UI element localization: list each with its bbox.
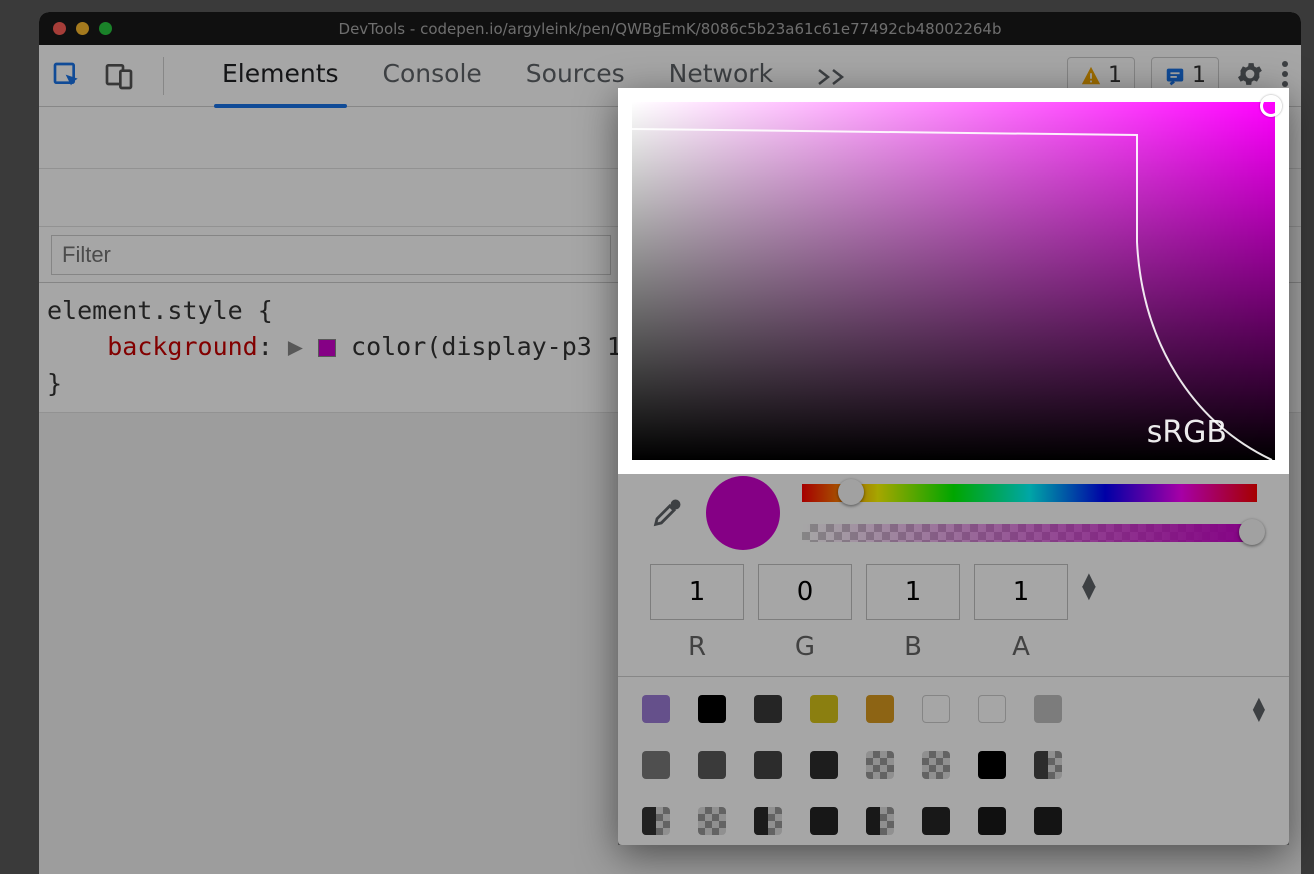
palette-row [642, 807, 1265, 835]
palette-swatch[interactable] [754, 695, 782, 723]
palette-swatch[interactable] [1034, 807, 1062, 835]
alpha-slider-thumb[interactable] [1239, 519, 1265, 545]
device-toggle-icon[interactable] [103, 60, 135, 92]
spectrum-cursor[interactable] [1260, 95, 1282, 117]
alpha-slider[interactable] [802, 524, 1257, 542]
palette-swatch[interactable] [866, 807, 894, 835]
palette-swatch[interactable] [810, 695, 838, 723]
minimize-window-button[interactable] [76, 22, 89, 35]
gamut-label: sRGB [1147, 415, 1227, 450]
window-title: DevTools - codepen.io/argyleink/pen/QWBg… [39, 20, 1301, 38]
warnings-count: 1 [1108, 63, 1122, 88]
traffic-lights [53, 22, 112, 35]
css-property-value[interactable]: color(display-p3 1 0 [351, 332, 652, 361]
palette-swatch[interactable] [754, 751, 782, 779]
channel-g-input[interactable] [758, 564, 852, 620]
palette-swatch[interactable] [978, 751, 1006, 779]
eyedropper-icon[interactable] [650, 496, 684, 530]
channel-r-input[interactable] [650, 564, 744, 620]
window-titlebar: DevTools - codepen.io/argyleink/pen/QWBg… [39, 12, 1301, 45]
css-property-name[interactable]: background [107, 332, 258, 361]
palette-swatch[interactable] [866, 695, 894, 723]
palette-swatch[interactable] [922, 695, 950, 723]
tab-elements[interactable]: Elements [220, 45, 341, 106]
palette-swatch[interactable] [698, 751, 726, 779]
palette-swatch[interactable] [866, 751, 894, 779]
expand-triangle-icon[interactable]: ▶ [288, 332, 318, 361]
palette-swatch[interactable] [642, 751, 670, 779]
color-value-inputs: R G B A ▲▼ [618, 564, 1289, 676]
palette-row [642, 751, 1265, 779]
tab-sources[interactable]: Sources [524, 45, 627, 106]
spectrum-container: sRGB [618, 88, 1289, 474]
palette-swatch[interactable] [698, 695, 726, 723]
palette-swatch[interactable] [922, 807, 950, 835]
palette-row: ▲▼ [642, 695, 1265, 723]
tab-console[interactable]: Console [381, 45, 484, 106]
palette-swatch[interactable] [1034, 695, 1062, 723]
picker-controls-row [618, 474, 1289, 564]
palette-swatch[interactable] [810, 751, 838, 779]
palette-swatch[interactable] [642, 695, 670, 723]
close-window-button[interactable] [53, 22, 66, 35]
channel-r-label: R [688, 632, 706, 662]
channel-a-input[interactable] [974, 564, 1068, 620]
palette-swatch[interactable] [922, 751, 950, 779]
channel-b-input[interactable] [866, 564, 960, 620]
palette-swatch[interactable] [754, 807, 782, 835]
channel-a-label: A [1012, 632, 1030, 662]
color-spectrum[interactable]: sRGB [632, 102, 1275, 460]
palette-swatch[interactable] [1034, 751, 1062, 779]
palette-set-stepper[interactable]: ▲▼ [1253, 697, 1265, 721]
color-palette: ▲▼ [618, 677, 1289, 845]
css-selector: element.style [47, 296, 243, 325]
styles-filter-input[interactable] [51, 235, 611, 275]
color-swatch-icon[interactable] [318, 339, 336, 357]
hue-slider[interactable] [802, 484, 1257, 502]
hue-slider-thumb[interactable] [838, 479, 864, 505]
zoom-window-button[interactable] [99, 22, 112, 35]
color-picker-popover: sRGB R G [618, 88, 1289, 845]
palette-swatch[interactable] [642, 807, 670, 835]
palette-swatch[interactable] [698, 807, 726, 835]
current-color-swatch [706, 476, 780, 550]
palette-swatch[interactable] [810, 807, 838, 835]
inspect-element-icon[interactable] [51, 60, 83, 92]
toolbar-divider [163, 57, 164, 95]
gamut-boundary-line [632, 102, 1275, 460]
info-count: 1 [1192, 63, 1206, 88]
channel-b-label: B [904, 632, 922, 662]
palette-swatch[interactable] [978, 695, 1006, 723]
channel-g-label: G [795, 632, 815, 662]
color-format-stepper[interactable]: ▲▼ [1082, 574, 1096, 599]
palette-swatch[interactable] [978, 807, 1006, 835]
